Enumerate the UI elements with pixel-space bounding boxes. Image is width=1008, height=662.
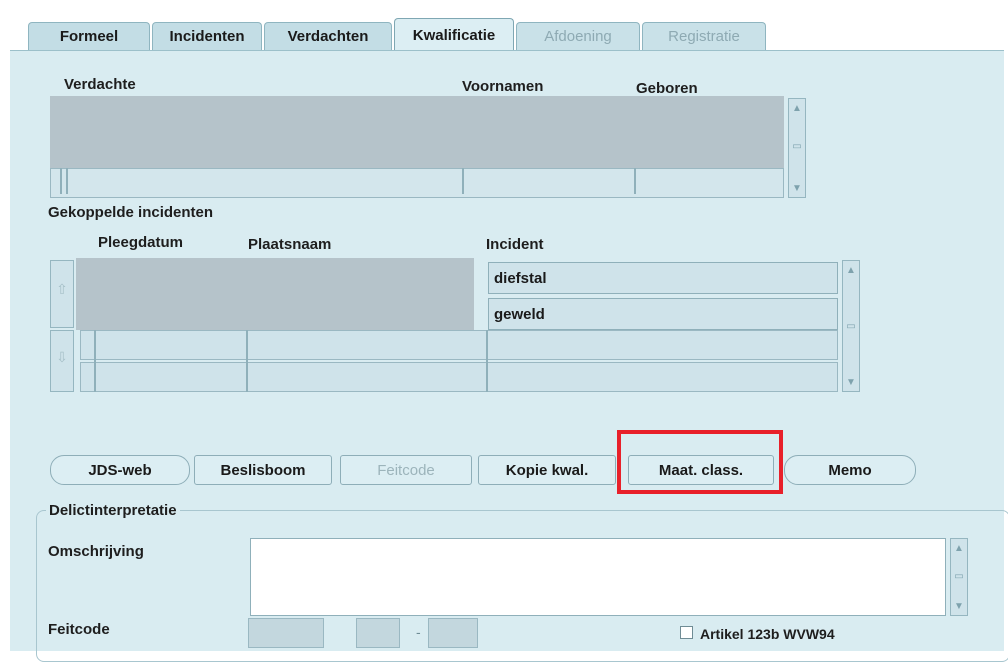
suspects-grid[interactable] (50, 96, 784, 168)
grid-divider (60, 168, 62, 194)
separator-dash: - (416, 624, 421, 640)
incidents-grey-block (76, 258, 474, 330)
button-label: JDS-web (88, 461, 152, 479)
omschrijving-label: Omschrijving (48, 543, 144, 560)
table-row[interactable] (80, 362, 838, 392)
col-incident: Incident (486, 236, 544, 253)
tab-verdachten[interactable]: Verdachten (264, 22, 392, 50)
feitcode-label: Feitcode (48, 621, 110, 638)
scroll-down-icon[interactable]: ▼ (953, 601, 965, 613)
grid-divider (634, 168, 636, 194)
button-label: Memo (828, 461, 872, 479)
scroll-up-icon[interactable]: ▲ (953, 543, 965, 555)
scroll-thumb-icon[interactable]: ▭ (845, 321, 857, 333)
scroll-down-icon[interactable]: ▼ (845, 377, 857, 389)
tab-registratie[interactable]: Registratie (642, 22, 766, 50)
tab-label: Kwalificatie (412, 27, 496, 44)
highlight-box (617, 430, 783, 494)
omschrijving-scrollbar[interactable]: ▲ ▭ ▼ (950, 538, 968, 616)
feitcode-field-1[interactable] (248, 618, 324, 648)
move-down-icon[interactable]: ⇩ (50, 330, 74, 392)
feitcode-field-2[interactable] (356, 618, 400, 648)
scroll-up-icon[interactable]: ▲ (791, 103, 803, 115)
grid-divider (462, 168, 464, 194)
incident-cell[interactable]: diefstal (488, 262, 838, 294)
button-label: Feitcode (377, 461, 435, 479)
beslisboom-button[interactable]: Beslisboom (194, 455, 332, 485)
linked-incidents-title: Gekoppelde incidenten (48, 204, 214, 221)
incident-cell[interactable]: geweld (488, 298, 838, 330)
grid-divider (94, 330, 96, 392)
move-up-icon[interactable]: ⇧ (50, 260, 74, 328)
col-geboren: Geboren (636, 80, 698, 97)
scroll-down-icon[interactable]: ▼ (791, 183, 803, 195)
tab-kwalificatie[interactable]: Kwalificatie (394, 18, 514, 52)
kopie-kwal-button[interactable]: Kopie kwal. (478, 455, 616, 485)
incidents-scrollbar[interactable]: ▲ ▭ ▼ (842, 260, 860, 392)
artikel-checkbox[interactable] (680, 626, 693, 639)
suspects-scrollbar[interactable]: ▲ ▭ ▼ (788, 98, 806, 198)
group-title: Delictinterpretatie (46, 502, 180, 519)
tab-incidenten[interactable]: Incidenten (152, 22, 262, 50)
col-pleegdatum: Pleegdatum (98, 234, 184, 251)
tab-formeel[interactable]: Formeel (28, 22, 150, 50)
artikel-checkbox-label: Artikel 123b WVW94 (700, 626, 835, 642)
suspects-grid-row[interactable] (50, 168, 784, 198)
tab-afdoening[interactable]: Afdoening (516, 22, 640, 50)
tab-label: Afdoening (544, 28, 612, 45)
tab-label: Formeel (59, 28, 119, 45)
scroll-thumb-icon[interactable]: ▭ (791, 141, 803, 153)
feitcode-button[interactable]: Feitcode (340, 455, 472, 485)
grid-divider (246, 330, 248, 392)
memo-button[interactable]: Memo (784, 455, 916, 485)
scroll-thumb-icon[interactable]: ▭ (953, 571, 965, 583)
omschrijving-textarea[interactable] (250, 538, 946, 616)
scroll-up-icon[interactable]: ▲ (845, 265, 857, 277)
jds-web-button[interactable]: JDS-web (50, 455, 190, 485)
col-voornamen: Voornamen (462, 78, 544, 95)
table-row[interactable] (80, 330, 838, 360)
tab-label: Verdachten (287, 28, 369, 45)
col-plaatsnaam: Plaatsnaam (248, 236, 332, 253)
tab-label: Incidenten (169, 28, 245, 45)
button-label: Kopie kwal. (505, 461, 589, 479)
grid-divider (66, 168, 68, 194)
button-label: Beslisboom (220, 461, 306, 479)
grid-divider (486, 330, 488, 392)
tab-label: Registratie (668, 28, 740, 45)
feitcode-field-3[interactable] (428, 618, 478, 648)
col-verdachte: Verdachte (64, 76, 136, 93)
